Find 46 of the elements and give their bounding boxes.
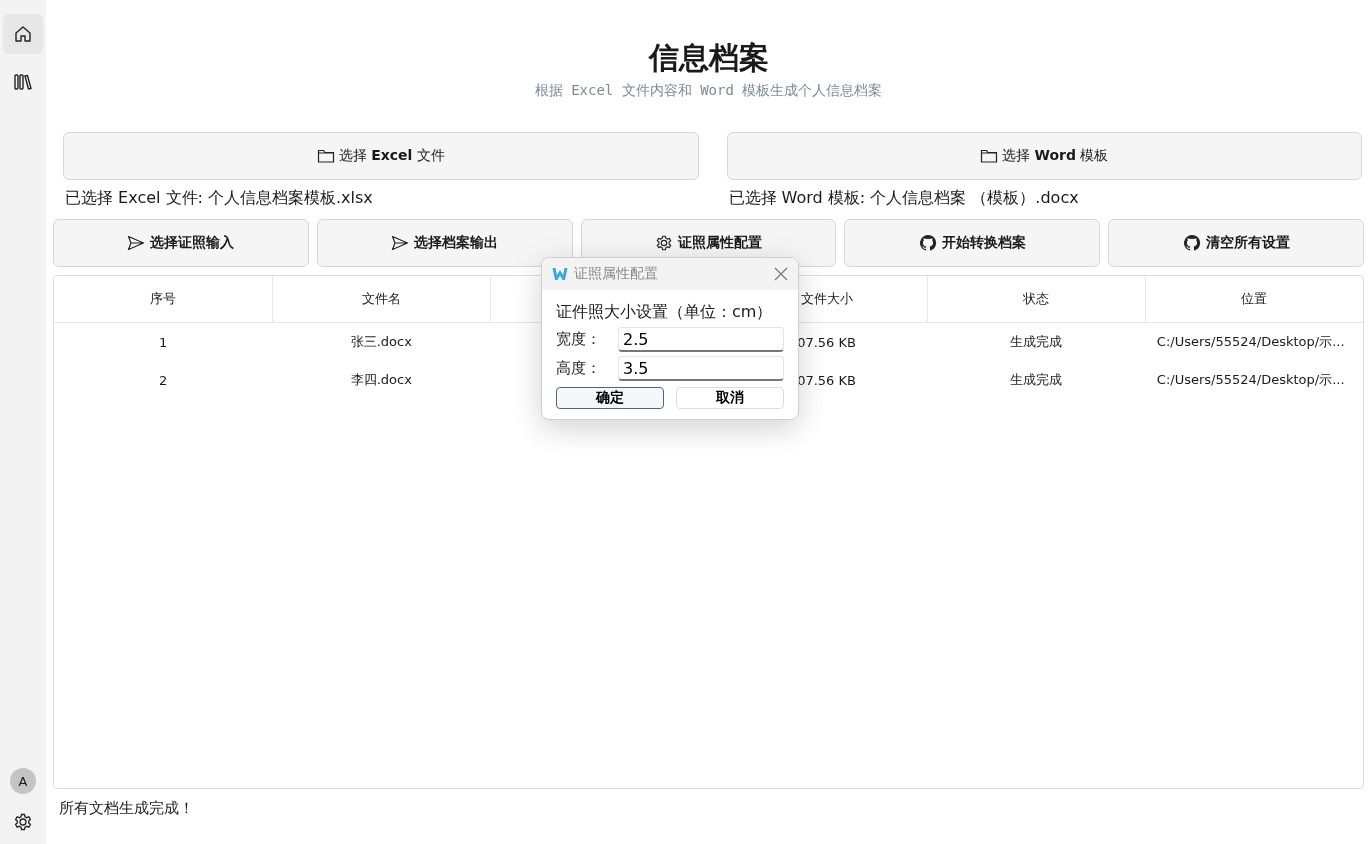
table-cell: C:/Users/55524/Desktop/示... [1156,371,1345,389]
column-header: 序号 [150,290,177,308]
dialog-heading: 证件照大小设置（单位：cm） [556,302,774,323]
user-avatar[interactable]: A [10,768,36,794]
field-label: 宽度： [556,330,602,349]
column-header: 文件大小 [801,290,854,308]
field-label: 高度： [556,359,602,378]
selected-file-text: 已选择 Word 模板: 个人信息档案 （模板）.docx [727,187,1080,209]
table-cell: 张三.docx [350,333,412,351]
cat-logo-icon [1182,234,1201,252]
selected-file-text: 已选择 Excel 文件: 个人信息档案模板.xlsx [64,187,374,209]
action-button[interactable]: 选择档案输出 [316,219,573,267]
column-header: 位置 [1241,290,1268,308]
paper-plane-icon [127,235,146,251]
page-title: 信息档案 [647,39,770,77]
table-cell: 2 [158,372,168,388]
select-file-button[interactable]: 选择 Excel 文件 [63,132,699,180]
folder-icon [316,148,335,164]
folder-icon [980,148,999,164]
paper-plane-icon [391,235,410,251]
books-icon [13,72,33,92]
gear-icon [655,234,673,252]
action-button[interactable]: 开始转换档案 [844,219,1101,267]
app-logo-icon [552,267,568,281]
input-field[interactable]: 3.5 [618,356,784,381]
table-cell: C:/Users/55524/Desktop/示... [1156,333,1345,351]
dialog-title: 证照属性配置 [574,265,658,283]
table-cell: 生成完成 [1009,333,1062,351]
column-header: 状态 [1023,290,1050,308]
select-file-button[interactable]: 选择 Word 模板 [726,132,1362,180]
action-button[interactable]: 选择证照输入 [53,219,309,267]
table-cell: 李四.docx [350,371,412,389]
dialog-button[interactable]: 确定 [556,387,664,409]
table-cell: 生成完成 [1009,371,1062,389]
cat-logo-icon [918,234,937,252]
settings-icon[interactable] [13,812,33,832]
close-icon[interactable] [774,267,788,281]
home-nav-button[interactable] [3,14,43,54]
input-field[interactable]: 2.5 [618,327,784,352]
table-cell: 1 [158,334,168,350]
dialog-button[interactable]: 取消 [676,387,784,409]
home-icon [13,24,33,44]
page-subtitle: 根据 Excel 文件内容和 Word 模板生成个人信息档案 [533,82,884,100]
action-button[interactable]: 清空所有设置 [1108,219,1364,267]
status-message: 所有文档生成完成！ [58,798,195,818]
column-header: 文件名 [362,290,402,308]
